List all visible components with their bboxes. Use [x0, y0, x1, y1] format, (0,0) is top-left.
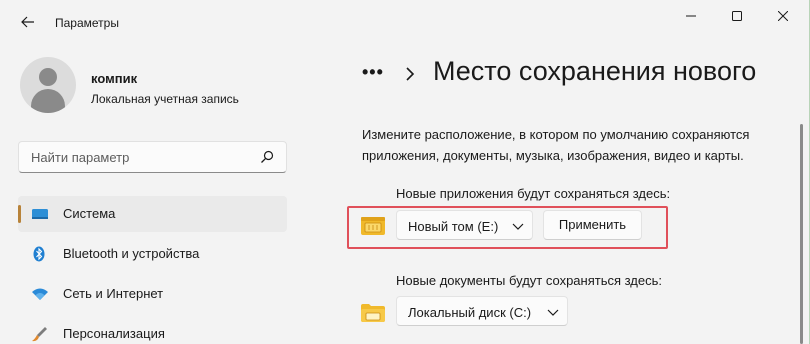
breadcrumb-overflow-button[interactable]: ••• [362, 62, 384, 83]
sidebar-item-label: Персонализация [63, 326, 165, 341]
apps-drive-select[interactable]: Новый том (E:) [396, 210, 533, 240]
back-button[interactable] [14, 10, 42, 34]
sidebar-item-label: Система [63, 206, 116, 221]
sidebar-item-bluetooth[interactable]: Bluetooth и устройства [18, 236, 287, 272]
title-bar: Параметры [0, 0, 810, 40]
user-name: компик [91, 71, 138, 86]
sidebar-item-label: Сеть и Интернет [63, 286, 164, 301]
bluetooth-icon [33, 246, 45, 262]
page-description: Измените расположение, в котором по умол… [362, 127, 750, 163]
wifi-icon [32, 288, 48, 300]
minimize-icon [686, 15, 696, 17]
documents-folder-icon [361, 304, 385, 322]
sidebar-item-system[interactable]: Система [18, 196, 287, 232]
sidebar-item-label: Bluetooth и устройства [63, 246, 200, 261]
arrow-left-icon [21, 16, 34, 28]
maximize-icon [732, 11, 742, 21]
docs-location-label: Новые документы будут сохраняться здесь: [396, 273, 663, 288]
app-title: Параметры [55, 16, 119, 30]
avatar-head [39, 68, 57, 86]
sidebar-item-personalization[interactable]: Персонализация [18, 316, 287, 344]
search-icon[interactable] [259, 149, 275, 165]
chevron-down-icon [547, 309, 559, 316]
apply-button[interactable]: Применить [543, 210, 642, 240]
avatar-body [31, 89, 65, 113]
close-button[interactable] [760, 0, 806, 32]
avatar[interactable] [20, 57, 76, 113]
settings-window: Параметры компик Локальная учетная запис… [0, 0, 810, 344]
account-type: Локальная учетная запись [91, 92, 239, 106]
minimize-button[interactable] [668, 0, 714, 32]
monitor-icon [32, 209, 48, 219]
docs-drive-value: Локальный диск (C:) [408, 305, 532, 320]
maximize-button[interactable] [714, 0, 760, 32]
search-box[interactable] [18, 141, 287, 173]
apps-location-label: Новые приложения будут сохраняться здесь… [396, 186, 671, 201]
docs-drive-select[interactable]: Локальный диск (C:) [396, 296, 568, 326]
close-icon [778, 11, 788, 21]
sidebar-item-network[interactable]: Сеть и Интернет [18, 276, 287, 312]
search-input[interactable] [19, 142, 249, 172]
page-title: Место сохранения нового [433, 56, 757, 86]
apps-drive-value: Новый том (E:) [408, 219, 499, 234]
drive-folder-icon [361, 217, 385, 235]
chevron-down-icon [512, 223, 524, 230]
chevron-right-icon [406, 67, 415, 81]
active-indicator [18, 205, 21, 223]
brush-icon [32, 327, 47, 342]
scrollbar-thumb[interactable] [800, 124, 803, 344]
